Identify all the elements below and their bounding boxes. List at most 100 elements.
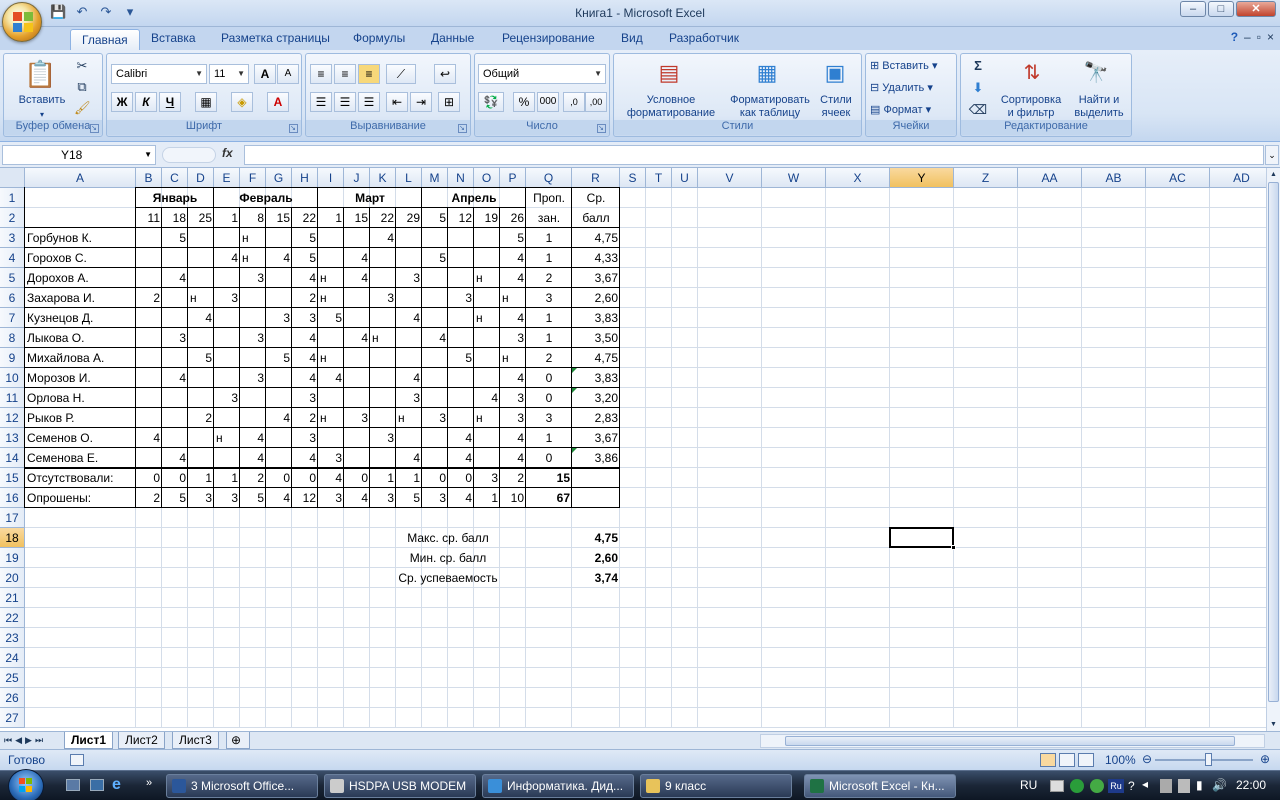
taskbar-item-browser[interactable]: Информатика. Дид...	[482, 774, 634, 798]
paste-icon[interactable]: 📋	[24, 58, 56, 90]
mark-cell[interactable]: 3	[370, 428, 396, 448]
tab-home[interactable]: Главная	[70, 29, 140, 51]
column-header-aa[interactable]: AA	[1018, 168, 1082, 188]
row-header-27[interactable]: 27	[0, 708, 25, 728]
day-header[interactable]: 26	[500, 208, 526, 228]
tray-volume-icon[interactable]: 🔊	[1212, 778, 1227, 792]
mark-cell[interactable]: 3	[214, 288, 240, 308]
wrap-text-icon[interactable]: ↩	[434, 64, 456, 84]
mark-cell[interactable]: 2	[136, 288, 162, 308]
average-score[interactable]: 3,67	[572, 428, 620, 448]
borders-icon[interactable]: ▦	[195, 92, 217, 112]
mark-cell[interactable]: 3	[422, 408, 448, 428]
column-header-i[interactable]: I	[318, 168, 344, 188]
day-header[interactable]: 1	[318, 208, 344, 228]
mark-cell[interactable]: н	[318, 268, 344, 288]
mark-cell[interactable]: 5	[266, 348, 292, 368]
row-header-25[interactable]: 25	[0, 668, 25, 688]
find-select-icon[interactable]: 🔭	[1081, 58, 1111, 88]
decrease-indent-icon[interactable]: ⇤	[386, 92, 408, 112]
column-header-n[interactable]: N	[448, 168, 474, 188]
dialog-launcher-icon[interactable]: ↘	[289, 124, 298, 133]
average-score[interactable]: 3,67	[572, 268, 620, 288]
autosum-button[interactable]: Σ	[967, 58, 989, 74]
average-score[interactable]: 3,83	[572, 368, 620, 388]
tray-help-icon[interactable]: ?	[1128, 779, 1135, 793]
language-indicator[interactable]: RU	[1020, 778, 1037, 792]
month-header[interactable]: Март	[318, 188, 422, 208]
column-header-y[interactable]: Y	[890, 168, 954, 188]
insert-function-button[interactable]: fx	[222, 146, 233, 160]
dialog-launcher-icon[interactable]: ↘	[90, 124, 99, 133]
average-score[interactable]: 2,60	[572, 288, 620, 308]
day-header[interactable]: 1	[214, 208, 240, 228]
average-score[interactable]: 3,83	[572, 308, 620, 328]
row-header-3[interactable]: 3	[0, 228, 25, 248]
summary-label[interactable]: Мин. ср. балл	[358, 548, 538, 568]
taskbar-item-office[interactable]: 3 Microsoft Office...	[166, 774, 318, 798]
missed-count[interactable]: 0	[526, 388, 572, 408]
row-header-15[interactable]: 15	[0, 468, 25, 488]
summary-label[interactable]: Макс. ср. балл	[358, 528, 538, 548]
increase-decimal-button[interactable]: ,0	[563, 92, 585, 112]
tray-antivirus-icon[interactable]	[1070, 779, 1084, 793]
select-all-corner[interactable]	[0, 168, 25, 188]
column-header-m[interactable]: M	[422, 168, 448, 188]
column-header-g[interactable]: G	[266, 168, 292, 188]
missed-count[interactable]: 3	[526, 408, 572, 428]
column-header-o[interactable]: O	[474, 168, 500, 188]
paste-button[interactable]: Вставить	[10, 94, 74, 107]
student-name[interactable]: Горбунов К.	[25, 228, 136, 248]
mark-cell[interactable]: 4	[370, 228, 396, 248]
mark-cell[interactable]: н	[500, 288, 526, 308]
row-header-11[interactable]: 11	[0, 388, 25, 408]
mark-cell[interactable]: н	[500, 348, 526, 368]
row-header-8[interactable]: 8	[0, 328, 25, 348]
copy-icon[interactable]: ⧉	[74, 79, 90, 95]
mark-cell[interactable]: 4	[500, 268, 526, 288]
average-score[interactable]: 4,75	[572, 348, 620, 368]
ribbon-close-icon[interactable]: ×	[1267, 30, 1274, 44]
row-header-7[interactable]: 7	[0, 308, 25, 328]
mark-cell[interactable]: 3	[500, 328, 526, 348]
mark-cell[interactable]: 4	[318, 368, 344, 388]
column-header-h[interactable]: H	[292, 168, 318, 188]
tray-app-icon[interactable]	[1050, 780, 1064, 792]
tab-developer[interactable]: Разработчик	[669, 31, 739, 45]
zoom-slider-thumb[interactable]	[1205, 753, 1212, 766]
column-header-c[interactable]: C	[162, 168, 188, 188]
column-header-s[interactable]: S	[620, 168, 646, 188]
switch-windows-icon[interactable]	[90, 779, 104, 791]
row-header-21[interactable]: 21	[0, 588, 25, 608]
mark-cell[interactable]: 3	[292, 388, 318, 408]
taskbar-item-modem[interactable]: HSDPA USB MODEM	[324, 774, 476, 798]
mark-cell[interactable]: 5	[318, 308, 344, 328]
mark-cell[interactable]: 4	[448, 448, 474, 468]
absent-count[interactable]: 1	[396, 468, 422, 488]
column-header-l[interactable]: L	[396, 168, 422, 188]
row-header-23[interactable]: 23	[0, 628, 25, 648]
absent-count[interactable]: 0	[448, 468, 474, 488]
thousands-button[interactable]: 000	[537, 92, 559, 112]
day-header[interactable]: 11	[136, 208, 162, 228]
row-header-12[interactable]: 12	[0, 408, 25, 428]
macro-record-icon[interactable]	[70, 754, 84, 766]
day-header[interactable]: 19	[474, 208, 500, 228]
absent-count[interactable]: 0	[292, 468, 318, 488]
mark-cell[interactable]: 3	[292, 428, 318, 448]
asked-count[interactable]: 3	[188, 488, 214, 508]
mark-cell[interactable]: 4	[500, 428, 526, 448]
missed-count[interactable]: 0	[526, 368, 572, 388]
student-name[interactable]: Семенов О.	[25, 428, 136, 448]
tab-page-layout[interactable]: Разметка страницы	[221, 31, 330, 45]
tab-view[interactable]: Вид	[621, 31, 643, 45]
average-score[interactable]: 2,83	[572, 408, 620, 428]
asked-count[interactable]: 4	[266, 488, 292, 508]
mark-cell[interactable]: 4	[500, 368, 526, 388]
font-size-combo[interactable]: 11 ▼	[209, 64, 249, 84]
shrink-font-button[interactable]: A	[277, 64, 299, 84]
column-header-t[interactable]: T	[646, 168, 672, 188]
column-header-f[interactable]: F	[240, 168, 266, 188]
mark-cell[interactable]: 4	[500, 448, 526, 468]
mark-cell[interactable]: 2	[292, 288, 318, 308]
